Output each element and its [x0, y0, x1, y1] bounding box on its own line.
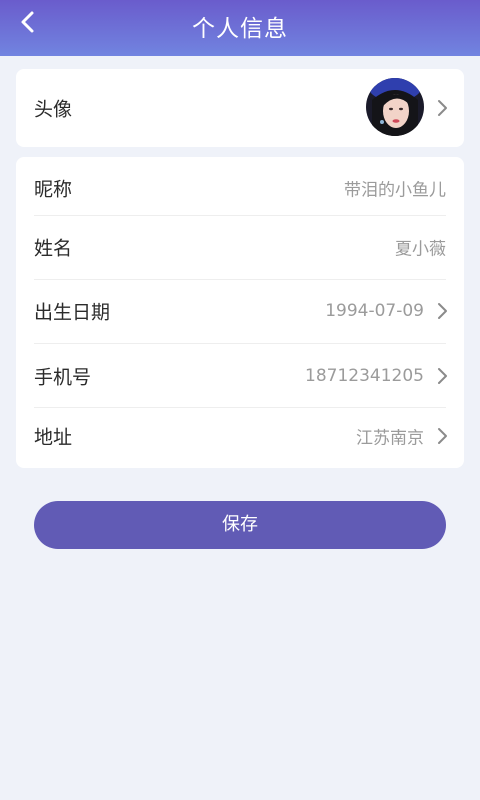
- nickname-label: 昵称: [34, 178, 73, 201]
- info-card: 昵称 带泪的小鱼儿 姓名 夏小薇 出生日期 1994-07-09 手机号 187…: [16, 157, 464, 468]
- address-label: 地址: [34, 426, 73, 449]
- phone-value: 18712341205: [305, 366, 424, 386]
- phone-label: 手机号: [34, 366, 92, 389]
- birthdate-row[interactable]: 出生日期 1994-07-09: [34, 280, 447, 342]
- nickname-value: 带泪的小鱼儿: [344, 180, 446, 201]
- name-value: 夏小薇: [395, 239, 446, 260]
- chevron-right-icon: [438, 368, 447, 384]
- phone-row[interactable]: 手机号 18712341205: [34, 345, 447, 407]
- address-row[interactable]: 地址 江苏南京: [34, 405, 447, 467]
- avatar-photo: [366, 78, 424, 136]
- address-value: 江苏南京: [356, 428, 424, 449]
- birthdate-value: 1994-07-09: [325, 301, 424, 321]
- header-bar: 个人信息: [0, 0, 480, 56]
- divider: [34, 343, 446, 344]
- nickname-row[interactable]: 昵称 带泪的小鱼儿: [34, 157, 446, 219]
- avatar-label: 头像: [34, 98, 73, 121]
- birthdate-label: 出生日期: [34, 301, 111, 324]
- avatar-card: 头像: [16, 69, 464, 147]
- name-row[interactable]: 姓名 夏小薇: [34, 216, 446, 278]
- save-button[interactable]: 保存: [34, 501, 446, 549]
- page-title: 个人信息: [192, 16, 288, 42]
- chevron-right-icon: [438, 100, 447, 116]
- chevron-right-icon: [438, 303, 447, 319]
- name-label: 姓名: [34, 237, 73, 260]
- avatar[interactable]: [366, 78, 424, 136]
- chevron-right-icon: [438, 428, 447, 444]
